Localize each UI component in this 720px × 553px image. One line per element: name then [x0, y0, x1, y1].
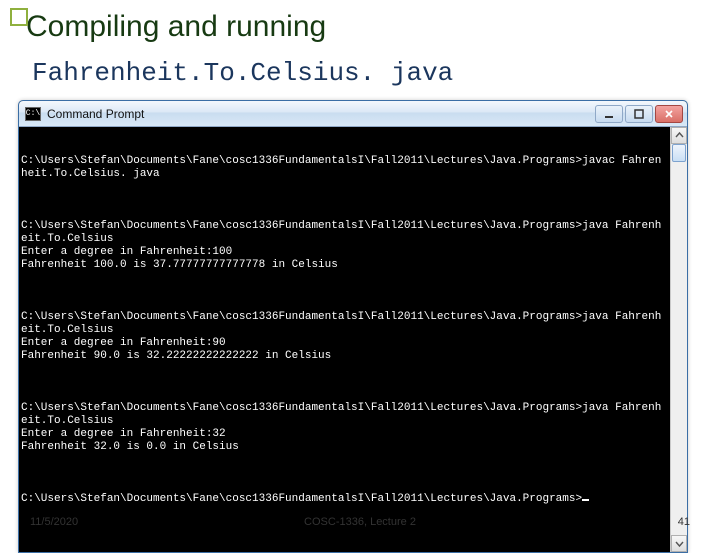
terminal-line: C:\Users\Stefan\Documents\Fane\cosc1336F… — [21, 220, 667, 272]
terminal-line: C:\Users\Stefan\Documents\Fane\cosc1336F… — [21, 493, 667, 506]
footer-course: COSC-1336, Lecture 2 — [0, 516, 720, 528]
terminal-line: C:\Users\Stefan\Documents\Fane\cosc1336F… — [21, 311, 667, 363]
scrollbar-thumb[interactable] — [672, 144, 686, 162]
title-accent — [10, 8, 28, 26]
terminal-line: C:\Users\Stefan\Documents\Fane\cosc1336F… — [21, 402, 667, 454]
slide-subtitle: Fahrenheit.To.Celsius. java — [32, 58, 702, 88]
window-title: Command Prompt — [47, 107, 595, 121]
scrollbar-track[interactable] — [671, 144, 687, 535]
terminal-line: C:\Users\Stefan\Documents\Fane\cosc1336F… — [21, 155, 667, 181]
slide-footer: 11/5/2020 COSC-1336, Lecture 2 41 — [0, 516, 720, 528]
vertical-scrollbar[interactable] — [670, 127, 687, 552]
cursor-icon — [582, 499, 589, 501]
scroll-up-button[interactable] — [671, 127, 687, 144]
command-prompt-window: C:\ Command Prompt C:\Users\Stefan\Docum… — [18, 100, 688, 553]
close-icon — [664, 109, 674, 119]
window-buttons — [595, 105, 683, 123]
maximize-icon — [634, 109, 644, 119]
close-button[interactable] — [655, 105, 683, 123]
slide-title: Compiling and running — [26, 10, 702, 44]
chevron-up-icon — [675, 131, 684, 140]
chevron-down-icon — [675, 539, 684, 548]
maximize-button[interactable] — [625, 105, 653, 123]
command-prompt-icon: C:\ — [25, 107, 41, 121]
window-titlebar[interactable]: C:\ Command Prompt — [19, 101, 687, 127]
terminal-output[interactable]: C:\Users\Stefan\Documents\Fane\cosc1336F… — [19, 127, 687, 552]
terminal-area: C:\Users\Stefan\Documents\Fane\cosc1336F… — [19, 127, 687, 552]
minimize-icon — [604, 109, 614, 119]
scroll-down-button[interactable] — [671, 535, 687, 552]
terminal-prompt-text: C:\Users\Stefan\Documents\Fane\cosc1336F… — [21, 493, 582, 505]
minimize-button[interactable] — [595, 105, 623, 123]
